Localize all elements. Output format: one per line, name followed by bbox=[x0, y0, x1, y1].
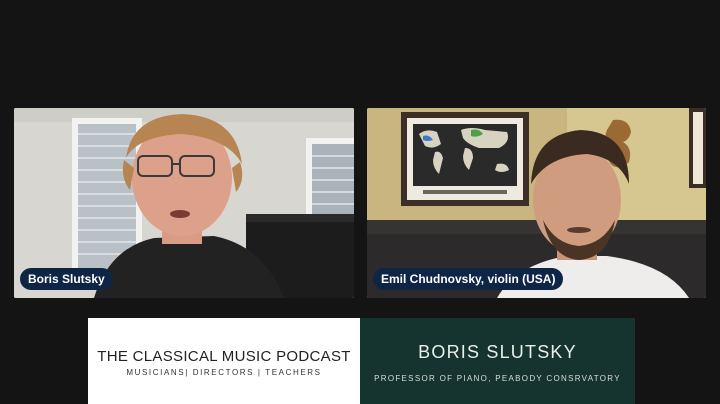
video-tile-emil-chudnovsky[interactable]: Emil Chudnovsky, violin (USA) bbox=[367, 108, 706, 298]
podcast-title-card: THE CLASSICAL MUSIC PODCAST MUSICIANS| D… bbox=[88, 318, 360, 404]
guest-name: BORIS SLUTSKY bbox=[418, 342, 577, 362]
participant-name-tag: Boris Slutsky bbox=[20, 268, 113, 290]
podcast-title: THE CLASSICAL MUSIC PODCAST bbox=[97, 348, 351, 365]
video-tile-boris-slutsky[interactable]: Boris Slutsky bbox=[14, 108, 354, 298]
guest-info-card: BORIS SLUTSKY PROFESSOR OF PIANO, PEABOD… bbox=[360, 318, 635, 404]
guest-role: PROFESSOR OF PIANO, PEABODY CONSRVATORY bbox=[374, 374, 621, 383]
podcast-subtitle: MUSICIANS| DIRECTORS | TEACHERS bbox=[126, 368, 322, 377]
participant-name-tag: Emil Chudnovsky, violin (USA) bbox=[373, 268, 564, 290]
